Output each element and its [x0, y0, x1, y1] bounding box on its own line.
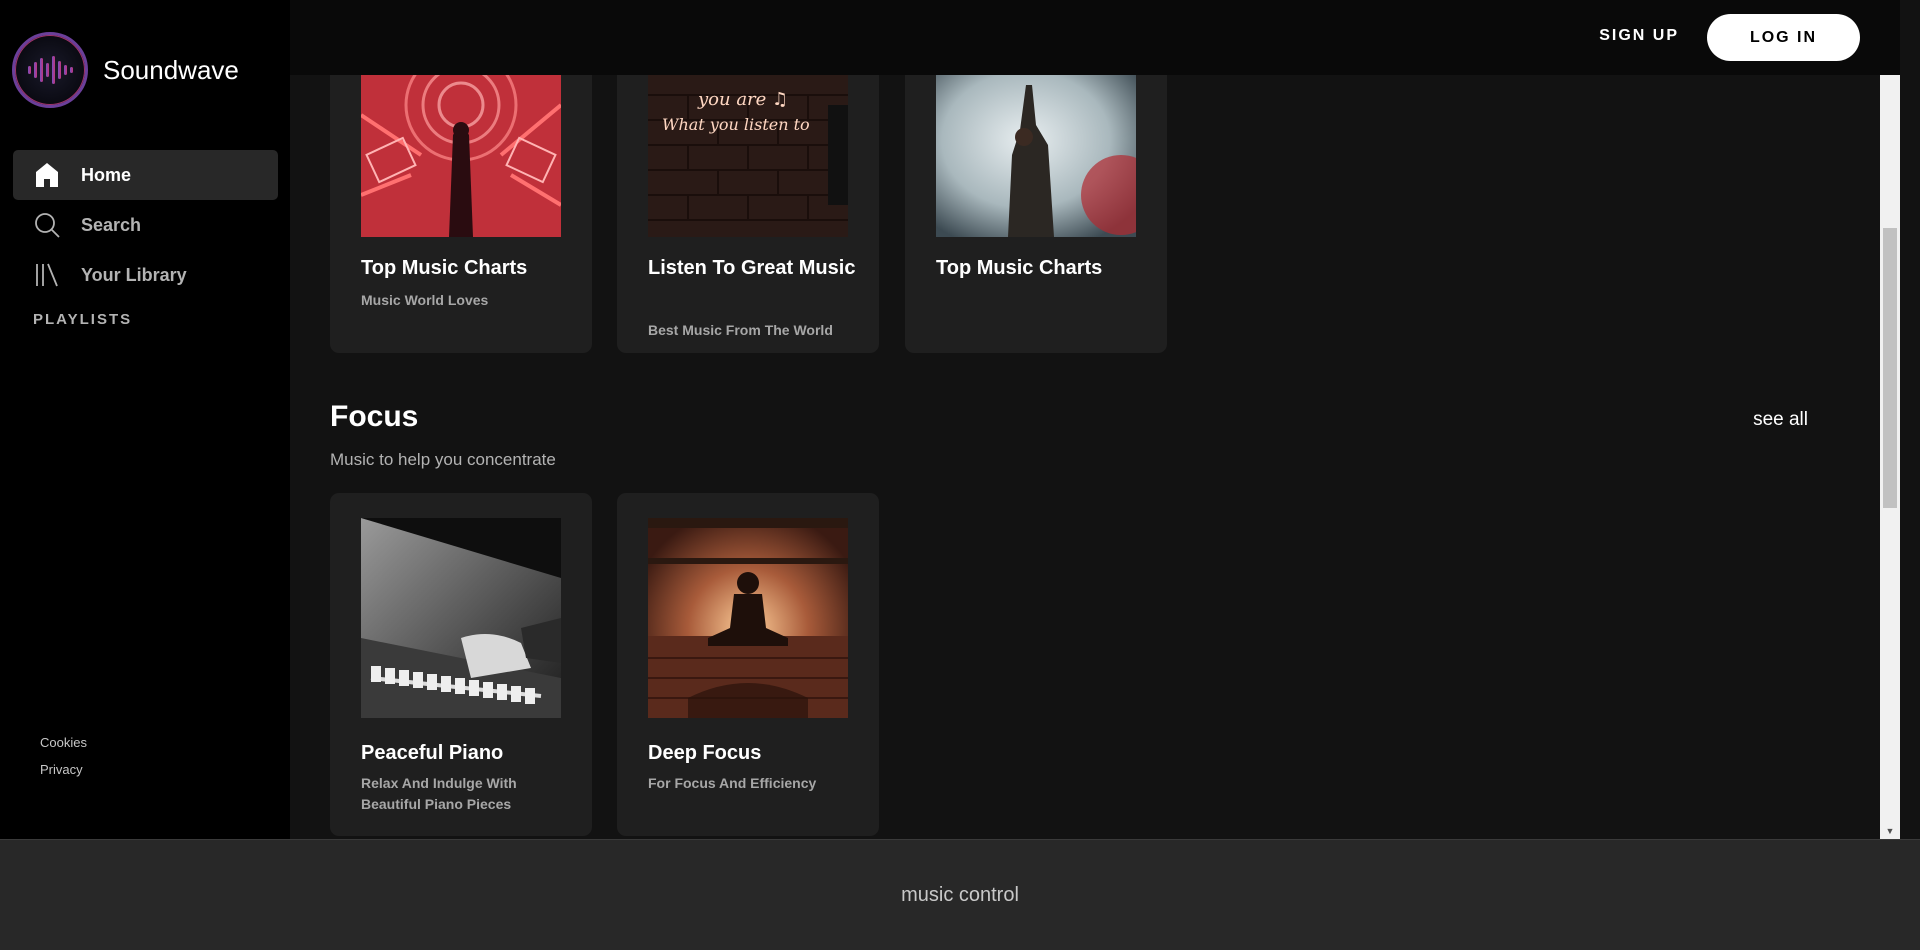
card-title: Listen To Great Music — [648, 257, 856, 279]
library-icon — [33, 261, 61, 289]
playlist-card[interactable]: Peaceful Piano Relax And Indulge With Be… — [330, 493, 592, 836]
main-content: Top Music Charts Music World Loves you a… — [290, 0, 1900, 839]
card-subtitle: For Focus And Efficiency — [648, 775, 817, 791]
card-subtitle: Best Music From The World — [648, 322, 833, 338]
log-in-button[interactable]: LOG IN — [1707, 14, 1860, 61]
cookies-link[interactable]: Cookies — [40, 735, 87, 750]
playlist-card[interactable]: Top Music Charts — [905, 35, 1167, 353]
sidebar-footer: Cookies Privacy — [40, 735, 87, 789]
card-art-image — [361, 518, 561, 718]
soundwave-logo-icon — [12, 32, 88, 108]
playlists-heading: PLAYLISTS — [33, 311, 133, 328]
player-label: music control — [901, 883, 1019, 906]
card-art-image — [936, 75, 1136, 237]
logo[interactable]: Soundwave — [12, 32, 239, 108]
sidebar-item-label: Your Library — [81, 264, 187, 285]
home-icon — [33, 161, 61, 189]
section-description: Music to help you concentrate — [330, 450, 556, 469]
topbar: SIGN UP LOG IN — [290, 0, 1900, 75]
section-title: Focus — [330, 400, 419, 433]
card-art-image — [648, 518, 848, 718]
neon-sign-text: What you listen to — [662, 115, 810, 134]
player-bar: music control — [0, 839, 1920, 950]
card-subtitle: Relax And Indulge With Beautiful Piano P… — [361, 775, 517, 812]
sidebar: Soundwave Home Search Your Library PLAYL… — [0, 0, 290, 839]
card-subtitle: Music World Loves — [361, 292, 489, 308]
search-icon — [33, 211, 61, 239]
neon-sign-text: you are ♫ — [697, 89, 788, 110]
scrollbar[interactable]: ▲ ▼ — [1880, 0, 1900, 839]
scrollbar-thumb[interactable] — [1883, 228, 1897, 508]
sign-up-button[interactable]: SIGN UP — [1593, 26, 1685, 46]
card-art-image: you are ♫ What you listen to — [648, 75, 848, 237]
card-title: Top Music Charts — [361, 257, 528, 279]
privacy-link[interactable]: Privacy — [40, 762, 87, 777]
see-all-link[interactable]: see all — [1753, 409, 1808, 431]
card-title: Deep Focus — [648, 742, 762, 764]
playlist-card[interactable]: Top Music Charts Music World Loves — [330, 35, 592, 353]
app-name: Soundwave — [103, 54, 239, 85]
sidebar-item-home[interactable]: Home — [13, 150, 278, 200]
sidebar-item-label: Home — [81, 164, 132, 185]
sidebar-item-library[interactable]: Your Library — [13, 250, 278, 300]
card-title: Top Music Charts — [936, 257, 1103, 279]
card-art-image — [361, 75, 561, 237]
sidebar-item-search[interactable]: Search — [13, 200, 278, 250]
playlist-card[interactable]: you are ♫ What you listen to Listen To G… — [617, 35, 879, 353]
sidebar-nav: Home Search Your Library — [13, 150, 278, 300]
sidebar-item-label: Search — [81, 214, 142, 235]
scroll-down-icon[interactable]: ▼ — [1880, 822, 1900, 839]
card-title: Peaceful Piano — [361, 742, 504, 764]
playlist-card[interactable]: Deep Focus For Focus And Efficiency — [617, 493, 879, 836]
